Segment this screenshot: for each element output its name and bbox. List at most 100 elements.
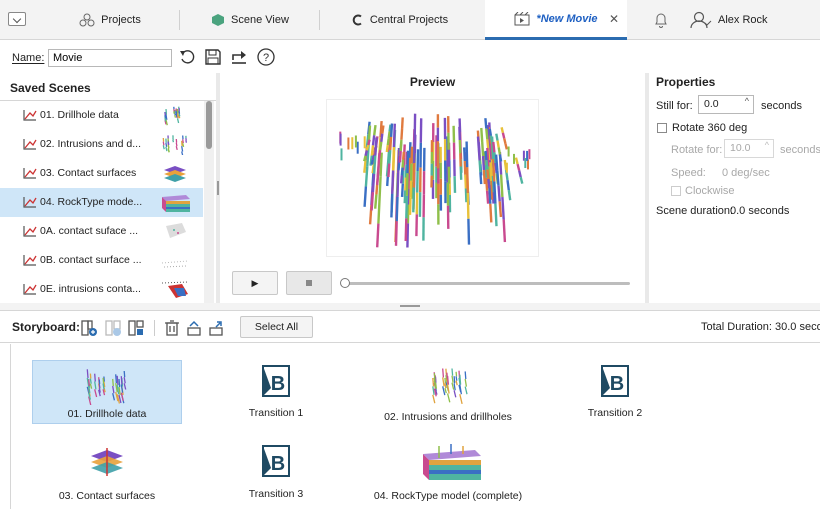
export-icon[interactable] xyxy=(229,47,249,67)
storyboard-item-transition-3[interactable]: B Transition 3 xyxy=(216,440,336,506)
contact-surfaces-thumbnail xyxy=(91,448,123,476)
undo-icon[interactable] xyxy=(178,47,198,67)
still-for-unit: seconds xyxy=(761,100,802,112)
preview-viewport xyxy=(326,99,539,257)
delete-icon[interactable] xyxy=(163,319,181,337)
add-scene-icon[interactable] xyxy=(80,319,98,337)
scene-duration-value: 0.0 seconds xyxy=(730,205,790,217)
stop-button[interactable] xyxy=(286,271,332,295)
add-transition-icon[interactable] xyxy=(104,319,122,337)
total-duration: Total Duration: 30.0 seconds xyxy=(701,321,820,333)
properties-panel: Properties Still for: 0.0 ^ seconds Rotat… xyxy=(649,73,820,303)
storyboard-item-intrusions[interactable]: 02. Intrusions and drillholes xyxy=(373,360,523,430)
saved-scene-item[interactable]: 01. Drillhole data xyxy=(0,101,203,130)
scene-icon xyxy=(23,110,37,121)
storyboard-item-label: 04. RockType model (complete) xyxy=(373,490,523,502)
saved-scene-item[interactable]: 02. Intrusions and d... xyxy=(0,130,203,159)
saved-scene-label: 03. Contact surfaces xyxy=(40,167,137,179)
scrollbar[interactable] xyxy=(204,101,214,303)
rotate-for-unit: seconds xyxy=(780,144,820,156)
saved-scenes-title: Saved Scenes xyxy=(10,81,91,95)
storyboard-item-drillhole[interactable]: 01. Drillhole data xyxy=(32,360,182,424)
tab-new-movie[interactable]: *New Movie ✕ xyxy=(485,0,627,40)
saved-scene-item[interactable]: 03. Contact surfaces xyxy=(0,159,203,188)
tab-label: *New Movie xyxy=(536,12,598,25)
saved-scene-label: 02. Intrusions and d... xyxy=(40,138,141,150)
still-for-label: Still for: xyxy=(656,100,693,112)
rotate-checkbox[interactable] xyxy=(657,123,667,133)
tab-label: Central Projects xyxy=(369,14,449,26)
name-label: Name: xyxy=(12,52,45,64)
clockwise-checkbox[interactable] xyxy=(671,186,681,196)
rotate-for-input[interactable]: 10.0 ^ xyxy=(724,139,774,158)
horizontal-splitter[interactable] xyxy=(0,303,820,310)
movie-icon xyxy=(514,11,530,25)
svg-text:B: B xyxy=(271,453,285,475)
user-menu[interactable]: Alex Rock xyxy=(690,0,790,40)
scene-icon xyxy=(23,284,37,295)
storyboard-item-label: 01. Drillhole data xyxy=(67,408,147,420)
storyboard-item-rocktype[interactable]: 04. RockType model (complete) xyxy=(373,440,523,506)
storyboard-item-transition-2[interactable]: B Transition 2 xyxy=(555,360,675,430)
rotate-for-label: Rotate for: xyxy=(671,144,723,156)
storyboard-item-contact-surfaces[interactable]: 03. Contact surfaces xyxy=(32,440,182,506)
speed-label: Speed: xyxy=(671,167,706,179)
drillhole-render-image xyxy=(339,113,531,248)
rotate-for-value: 10.0 xyxy=(730,142,751,154)
rocktype-thumbnail xyxy=(423,444,481,480)
scene-thumbnail xyxy=(161,281,189,298)
saved-scene-item[interactable]: 0B. contact surface ... xyxy=(0,246,203,275)
tabs-dropdown-button[interactable] xyxy=(8,12,26,26)
storyboard-label: Storyboard: xyxy=(12,320,81,334)
tab-central-projects[interactable]: Central Projects xyxy=(320,0,480,40)
move-left-icon[interactable] xyxy=(185,319,203,337)
move-right-icon[interactable] xyxy=(207,319,225,337)
movie-name-input[interactable] xyxy=(48,49,172,67)
saved-scene-label: 01. Drillhole data xyxy=(40,109,119,121)
scene-icon xyxy=(23,226,37,237)
tab-label: Scene View xyxy=(231,14,289,26)
timeline-slider-handle[interactable] xyxy=(340,278,350,288)
close-icon[interactable]: ✕ xyxy=(609,12,619,26)
user-icon xyxy=(690,11,712,29)
scene-thumbnail xyxy=(162,135,188,155)
storyboard-item-transition-1[interactable]: B Transition 1 xyxy=(216,360,336,430)
replace-scene-icon[interactable] xyxy=(127,319,145,337)
bell-icon[interactable] xyxy=(654,12,668,28)
svg-text:B: B xyxy=(271,373,285,395)
scene-thumbnail xyxy=(164,106,181,126)
scrollbar-thumb[interactable] xyxy=(206,101,212,149)
transition-icon: B xyxy=(262,445,290,477)
tab-projects[interactable]: Projects xyxy=(40,0,180,40)
still-for-input[interactable]: 0.0 ^ xyxy=(698,95,754,114)
rotate-label: Rotate 360 deg xyxy=(672,122,748,134)
scene-view-icon xyxy=(212,14,225,26)
storyboard-toolbar: Storyboard: Select All Total Duration: 3… xyxy=(0,310,820,343)
play-button[interactable]: ▶ xyxy=(232,271,278,295)
intrusions-thumbnail xyxy=(432,368,468,404)
scene-icon xyxy=(23,255,37,266)
storyboard-item-label: Transition 1 xyxy=(248,407,304,419)
help-icon[interactable]: ? xyxy=(256,47,276,67)
scene-duration-label: Scene duration: xyxy=(656,205,734,217)
saved-scene-label: 0E. intrusions conta... xyxy=(40,283,141,295)
save-icon[interactable] xyxy=(203,47,223,67)
select-all-button[interactable]: Select All xyxy=(240,316,313,338)
storyboard-item-label: Transition 2 xyxy=(587,407,643,419)
tab-scene-view[interactable]: Scene View xyxy=(180,0,320,40)
saved-scene-label: 04. RockType mode... xyxy=(40,196,143,208)
still-for-value: 0.0 xyxy=(704,98,719,110)
scene-icon xyxy=(23,139,37,150)
saved-scene-item[interactable]: 0A. contact suface ... xyxy=(0,217,203,246)
saved-scene-item[interactable]: 04. RockType mode... xyxy=(0,188,203,217)
central-projects-icon xyxy=(352,14,362,26)
speed-value: 0 deg/sec xyxy=(722,167,770,179)
saved-scene-label: 0B. contact surface ... xyxy=(40,254,142,266)
saved-scene-item[interactable]: 0E. intrusions conta... xyxy=(0,275,203,304)
user-name: Alex Rock xyxy=(718,14,768,26)
timeline-slider[interactable] xyxy=(344,282,630,285)
svg-text:?: ? xyxy=(263,52,269,64)
saved-scenes-panel: Saved Scenes 01. Drillhole data 02. Intru… xyxy=(0,73,216,303)
scene-icon xyxy=(23,197,37,208)
tab-bar: Projects Scene View Central Projects *Ne… xyxy=(0,0,820,40)
